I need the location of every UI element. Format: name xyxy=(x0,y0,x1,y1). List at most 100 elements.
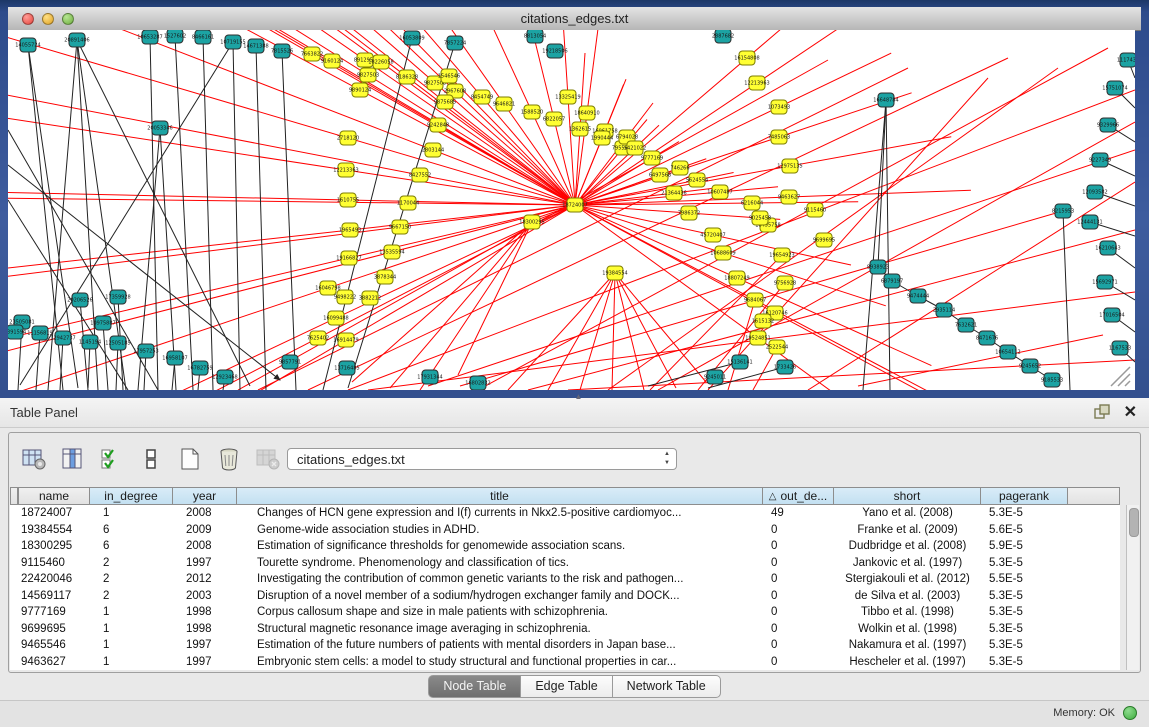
tab-edge-table[interactable]: Edge Table xyxy=(521,675,612,698)
table-row[interactable]: 911546021997Tourette syndrome. Phenomeno… xyxy=(10,555,1120,572)
column-header-label: short xyxy=(894,489,921,503)
table-row[interactable]: 1830029562008Estimation of significance … xyxy=(10,538,1120,555)
graph-node-label: 1733426 xyxy=(774,365,796,371)
graph-node-label: 19524851 xyxy=(745,336,770,342)
graph-node-label: 2522544 xyxy=(766,345,788,351)
window-titlebar[interactable]: citations_edges.txt xyxy=(8,7,1141,31)
column-visibility-icon[interactable] xyxy=(59,446,87,472)
select-all-icon[interactable] xyxy=(98,446,126,472)
graph-edge xyxy=(233,42,240,390)
column-header-short[interactable]: short xyxy=(834,487,981,505)
cell-year: 1998 xyxy=(173,623,237,635)
column-header-title[interactable]: title xyxy=(237,487,763,505)
row-height-icon[interactable] xyxy=(137,446,165,472)
delete-icon[interactable] xyxy=(215,446,243,472)
graph-node-label: 9025458 xyxy=(749,216,771,222)
graph-node-label: 9699695 xyxy=(813,238,835,244)
table-row[interactable]: 969969511998Structural magnetic resonanc… xyxy=(10,621,1120,638)
graph-node-label: 1145194 xyxy=(79,340,101,346)
graph-node-label: 16802832 xyxy=(465,381,490,387)
graph-node-label: 18226058 xyxy=(368,60,393,66)
close-icon[interactable]: ✕ xyxy=(1124,402,1137,422)
memory-status-indicator[interactable] xyxy=(1123,706,1137,720)
table-row[interactable]: 1938455462009Genome-wide association stu… xyxy=(10,522,1120,539)
graph-node-label: 18724007 xyxy=(562,203,587,209)
column-header-out-de-[interactable]: △out_de... xyxy=(763,487,834,505)
new-file-icon[interactable] xyxy=(176,446,204,472)
gutter-header xyxy=(10,487,18,505)
resize-grip-icon[interactable] xyxy=(1111,367,1130,386)
table-row[interactable]: 946362711997Embryonic stem cells: a mode… xyxy=(10,654,1120,671)
cell-name: 9699695 xyxy=(18,623,90,635)
cell-pagerank: 5.5E-5 xyxy=(981,573,1068,585)
graph-node-label: 20053346 xyxy=(147,126,172,132)
graph-node-label: 9185533 xyxy=(1041,378,1063,384)
graph-node-label: 12213963 xyxy=(744,81,769,87)
scrollbar-thumb[interactable] xyxy=(1129,508,1139,537)
graph-node-label: 19384554 xyxy=(602,271,627,277)
graph-node-label: 2935114 xyxy=(933,308,955,314)
graph-node-label: 8454749 xyxy=(471,95,493,101)
graph-node-label: 16053809 xyxy=(399,36,424,42)
table-row[interactable]: 1456911722003Disruption of a novel membe… xyxy=(10,588,1120,605)
cell-short: Yano et al. (2008) xyxy=(834,507,981,519)
cell-pagerank: 5.3E-5 xyxy=(981,557,1068,569)
table-select-value: citations_edges.txt xyxy=(297,452,405,467)
cell-out-de-: 0 xyxy=(763,524,834,536)
graph-edge xyxy=(575,205,1033,390)
graph-node-label: 16210643 xyxy=(1095,246,1120,252)
dropdown-arrows-icon: ▲▼ xyxy=(664,450,670,468)
table-row[interactable]: 977716911998Corpus callosum shape and si… xyxy=(10,604,1120,621)
delete-table-icon[interactable] xyxy=(254,446,282,472)
graph-node-label: 5421022 xyxy=(624,146,646,152)
column-header-in-degree[interactable]: in_degree xyxy=(90,487,173,505)
graph-node-label: 17359928 xyxy=(105,295,130,301)
graph-node-label: 13325419 xyxy=(555,95,580,101)
cell-short: Franke et al. (2009) xyxy=(834,524,981,536)
column-header-label: in_degree xyxy=(104,489,157,503)
tab-network-table[interactable]: Network Table xyxy=(613,675,721,698)
panel-resize-handle[interactable]: ▲ xyxy=(575,394,585,400)
graph-node-label: 9667150 xyxy=(389,225,411,231)
graph-node-label: 18300295 xyxy=(519,220,544,226)
graph-node-label: 20206526 xyxy=(67,298,92,304)
table-row[interactable]: 946554611997Estimation of the future num… xyxy=(10,637,1120,654)
graph-edge xyxy=(615,273,676,388)
graph-edge xyxy=(548,273,615,390)
tab-node-table[interactable]: Node Table xyxy=(428,675,521,698)
graph-node-label: 2803144 xyxy=(422,148,444,154)
graph-node-label: 746266 xyxy=(670,166,689,172)
graph-edge xyxy=(203,37,213,390)
network-canvas[interactable]: 1872400719384554183002951405572420891406… xyxy=(8,30,1135,390)
table-settings-icon[interactable] xyxy=(20,446,48,472)
column-header-pagerank[interactable]: pagerank xyxy=(981,487,1068,505)
column-header-name[interactable]: name xyxy=(18,487,90,505)
table-row[interactable]: 2242004622012Investigating the contribut… xyxy=(10,571,1120,588)
table-panel: ▲ Table Panel ✕ xyxy=(0,398,1149,727)
graph-node-label: 10607487 xyxy=(707,190,732,196)
table-panel-title: Table Panel xyxy=(10,405,78,420)
graph-node-label: 14671388 xyxy=(243,44,268,50)
graph-node-label: 19218506 xyxy=(542,49,567,55)
cell-name: 22420046 xyxy=(18,573,90,585)
graph-node-label: 9684067 xyxy=(744,298,766,304)
cell-out-de-: 49 xyxy=(763,507,834,519)
graph-edge xyxy=(508,273,615,390)
table-panel-header: ▲ Table Panel ✕ xyxy=(0,398,1149,428)
cell-title: Corpus callosum shape and size in male p… xyxy=(237,606,763,618)
graph-node-label: 9329966 xyxy=(1097,123,1119,129)
float-window-icon[interactable] xyxy=(1094,404,1111,420)
table-row[interactable]: 1872400712008Changes of HCN gene express… xyxy=(10,505,1120,522)
network-graph[interactable]: 1872400719384554183002951405572420891406… xyxy=(8,30,1135,390)
graph-edge xyxy=(36,333,40,390)
graph-node-label: 9756928 xyxy=(774,281,796,287)
graph-node-label: 7986372 xyxy=(678,211,700,217)
cell-short: Tibbo et al. (1998) xyxy=(834,606,981,618)
column-header-year[interactable]: year xyxy=(173,487,237,505)
cell-name: 9465546 xyxy=(18,639,90,651)
cell-out-de-: 0 xyxy=(763,656,834,668)
memory-status-label: Memory: OK xyxy=(1053,707,1115,719)
cell-short: Stergiakouli et al. (2012) xyxy=(834,573,981,585)
table-select-dropdown[interactable]: citations_edges.txt ▲▼ xyxy=(287,448,677,470)
vertical-scrollbar[interactable] xyxy=(1126,505,1139,670)
